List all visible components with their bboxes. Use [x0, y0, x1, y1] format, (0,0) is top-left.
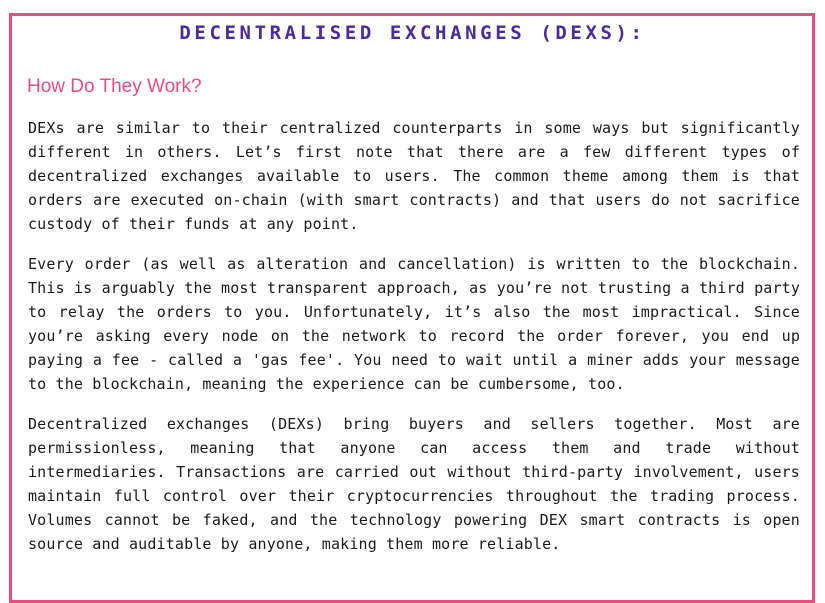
page-title: DECENTRALISED EXCHANGES (DEXS): — [179, 22, 646, 44]
paragraph-intro: DEXs are similar to their centralized co… — [28, 119, 800, 233]
article-body: DEXs are similar to their centralized co… — [28, 116, 800, 572]
paragraph-benefits: Decentralized exchanges (DEXs) bring buy… — [28, 415, 800, 553]
paragraph-orders: Every order (as well as alteration and c… — [28, 255, 800, 393]
section-subheading: How Do They Work? — [27, 76, 202, 97]
